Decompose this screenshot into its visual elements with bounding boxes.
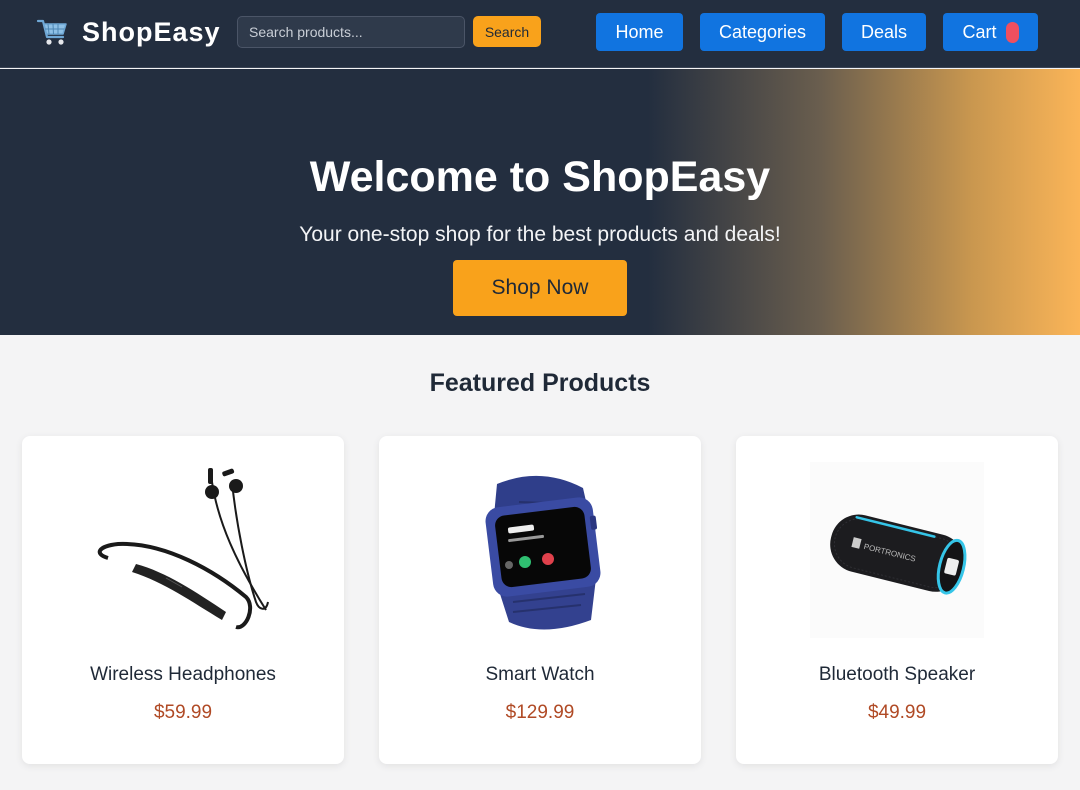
nav-home-button[interactable]: Home (596, 13, 683, 51)
product-price: $129.99 (505, 702, 575, 723)
search-button[interactable]: Search (473, 16, 541, 47)
nav-categories-button[interactable]: Categories (700, 13, 825, 51)
product-name: Bluetooth Speaker (818, 664, 976, 685)
brand-name: ShopEasy (82, 16, 221, 47)
search-input[interactable] (237, 16, 465, 48)
hero-title: Welcome to ShopEasy (309, 153, 771, 201)
product-price: $59.99 (153, 702, 213, 723)
product-price: $49.99 (867, 702, 927, 723)
nav-cart-button[interactable]: Cart (943, 13, 1038, 51)
hero-banner: Welcome to ShopEasy Your one-stop shop f… (0, 69, 1080, 335)
product-name: Smart Watch (485, 664, 595, 685)
brand-logo[interactable]: ShopEasy (36, 14, 221, 50)
smart-watch-image (485, 475, 601, 630)
hero-subtitle: Your one-stop shop for the best products… (299, 223, 781, 246)
featured-products-title: Featured Products (429, 369, 651, 397)
cart-label: Cart (962, 21, 997, 42)
shop-now-button[interactable]: Shop Now (453, 260, 627, 316)
product-card-speaker[interactable]: PORTRONICS Bluetooth Speaker $49.99 (736, 436, 1058, 764)
navbar: ShopEasy Search Home Categories Deals Ca… (0, 0, 1080, 68)
product-card-headphones[interactable]: Wireless Headphones $59.99 (22, 436, 344, 764)
product-card-smartwatch[interactable]: Smart Watch $129.99 (379, 436, 701, 764)
shopping-cart-icon (36, 19, 67, 45)
neckband-earphones-image (97, 468, 269, 630)
cart-count-badge (1005, 21, 1019, 43)
bluetooth-speaker-image: PORTRONICS (810, 462, 984, 638)
product-name: Wireless Headphones (90, 664, 276, 685)
nav-deals-button[interactable]: Deals (842, 13, 926, 51)
